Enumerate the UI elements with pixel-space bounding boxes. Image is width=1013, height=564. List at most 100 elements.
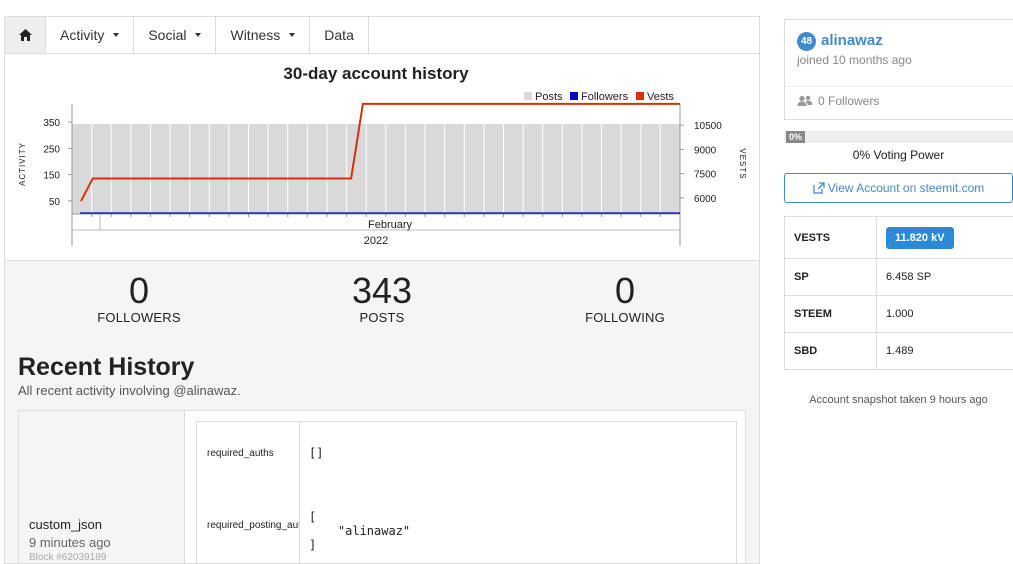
left-tick-label: 50 [49,197,61,208]
posts-bar [131,123,150,214]
op-name[interactable]: custom_json [29,517,102,532]
chart-svg: 30-day account history Posts Followers Vest… [18,64,747,247]
stat-posts-label: POSTS [359,310,405,325]
posts-bar [641,123,660,214]
posts-bar [366,123,386,214]
balance-value: 11.820 kV [886,217,954,258]
posts-bar [307,123,327,214]
op-details-divider [299,422,300,563]
external-link-icon [813,182,825,194]
left-tick-label: 150 [43,171,60,182]
posts-bar [562,123,582,214]
y-axis-label-right: VESTS [738,148,747,179]
main-column: Activity Social Witness Data 30-day acco… [4,16,760,564]
right-tick-label: 9000 [694,145,717,156]
balance-value: 1.489 [886,345,914,357]
vests-badge[interactable]: 11.820 kV [886,226,954,249]
followers-text: 0 Followers [818,94,880,108]
history-entry: custom_json 9 minutes ago Block #6203918… [18,410,746,563]
left-tick-label: 250 [43,144,60,155]
op-time: 9 minutes ago [29,535,111,550]
voting-power-bar [784,131,1013,143]
posts-bar [327,123,347,214]
snapshot-text: Account snapshot taken 9 hours ago [809,394,988,406]
field-value-required-auths: [] [309,446,324,460]
posts-bar [602,123,621,214]
posts-bar [150,123,170,214]
y-axis-label-left: ACTIVITY [18,142,27,186]
balance-key: STEEM [794,308,832,320]
history-entry-meta: custom_json 9 minutes ago Block #6203918… [19,411,185,563]
posts-bar [249,123,268,214]
chevron-down-icon [289,33,296,37]
voting-power-percent: 0% [786,131,806,143]
stat-following-label: FOLLOWING [585,310,665,325]
balance-value: 1.000 [886,308,914,320]
posts-bar [170,123,190,214]
nav-data-label: Data [324,27,354,43]
nav-witness-label: Witness [230,27,281,43]
posts-bar [190,123,209,214]
stat-posts-value: 343 [351,270,413,311]
stat-following-value: 0 [614,270,636,311]
recent-history-subtitle: All recent activity involving @alinawaz. [18,383,241,398]
legend-label: Vests [647,91,674,103]
balance-row-steem: STEEM 1.000 [784,296,1013,333]
field-value-required-posting-auths: [ "alinawaz" ] [309,510,411,552]
username-link[interactable]: alinawaz [821,32,883,49]
profile-divider [785,86,1013,87]
nav-social-label: Social [148,27,187,43]
legend-label: Posts [535,91,563,103]
posts-bar [229,123,249,214]
posts-bar [484,123,503,214]
top-nav: Activity Social Witness Data [5,17,759,54]
posts-bar [464,123,484,214]
nav-activity[interactable]: Activity [46,17,135,53]
posts-bar [445,123,464,214]
voting-power-text: 0% Voting Power [852,148,945,162]
posts-bar [288,123,307,214]
users-icon [797,95,813,106]
posts-bar [209,123,229,214]
posts-bar [543,123,562,214]
nav-data[interactable]: Data [310,17,369,53]
balance-row-vests: VESTS 11.820 kV [784,217,1013,259]
view-account-button[interactable]: View Account on steemit.com [784,173,1013,203]
posts-bar [503,123,523,214]
reputation-badge: 48 [797,32,816,51]
balance-divider [876,259,877,295]
legend-swatch [524,92,532,100]
stat-posts[interactable]: 343 POSTS [302,270,462,326]
balance-key: SBD [794,345,818,357]
posts-bar [92,123,111,214]
view-account-label: View Account on steemit.com [827,181,985,195]
stat-following[interactable]: 0 FOLLOWING [545,270,705,326]
posts-bar [405,123,425,214]
right-tick-label: 10500 [694,121,722,132]
balance-divider [876,217,877,258]
nav-social[interactable]: Social [134,17,217,53]
posts-bar [111,123,131,214]
balance-value: 6.458 SP [886,271,932,283]
balance-divider [876,296,877,332]
stat-followers-value: 0 [128,270,150,311]
posts-bar [425,123,445,214]
nav-activity-label: Activity [60,27,105,43]
legend-swatch [570,92,578,100]
nav-witness[interactable]: Witness [216,17,311,53]
field-key-required-posting-auths: required_posting_auths [207,520,299,531]
field-key-required-auths: required_auths [207,448,274,459]
stat-followers[interactable]: 0 FOLLOWERS [59,270,219,326]
nav-home[interactable] [5,17,46,53]
op-block[interactable]: Block #62039189 [29,552,106,563]
balance-key: VESTS [794,231,831,244]
account-history-chart: 30-day account history Posts Followers Vest… [5,54,759,261]
chart-title: 30-day account history [283,64,469,83]
legend-label: Followers [581,91,629,103]
posts-bar [347,123,366,214]
balance-row-sbd: SBD 1.489 [784,333,1013,370]
profile-card: 48 alinawaz joined 10 months ago 0 Follo… [784,19,1013,120]
followers-count: 0 Followers [797,94,879,108]
chevron-down-icon [195,33,202,37]
x-month-label: February [368,219,413,231]
